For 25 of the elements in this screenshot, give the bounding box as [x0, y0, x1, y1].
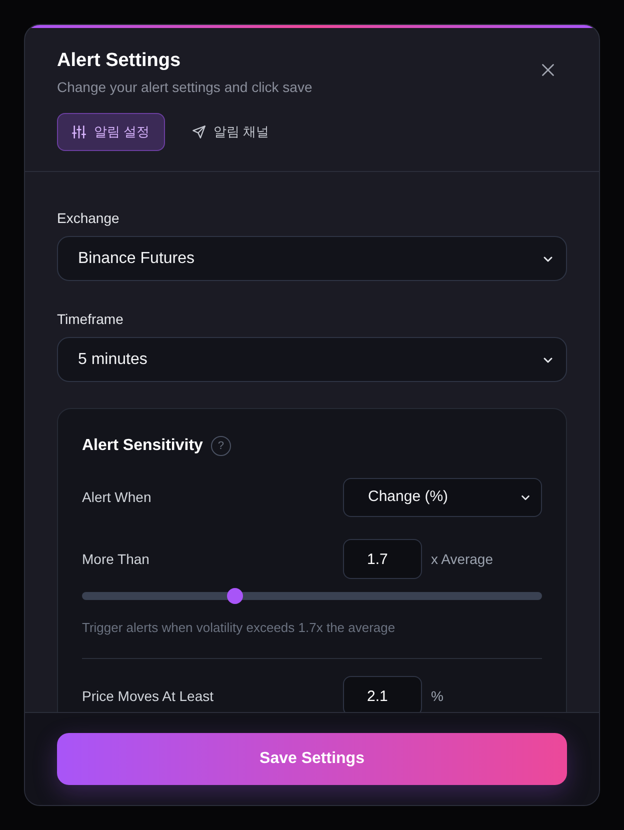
dropdown[interactable]: Change (%) [343, 478, 542, 517]
number-field[interactable]: 2.1 [343, 676, 422, 712]
save-button[interactable]: Save Settings [57, 733, 567, 785]
row-label: More Than [82, 550, 150, 568]
hint-text: Trigger alerts when volatility exceeds 1.7x the average [82, 619, 396, 637]
tab[interactable]: 알림 채널 [176, 113, 284, 151]
unit-label: % [431, 686, 444, 706]
field-label: Exchange [57, 209, 120, 228]
number-field[interactable]: 1.7 [343, 539, 422, 579]
tab[interactable]: 알림 설정 [57, 113, 165, 151]
dialog-subtitle: Change your alert settings and click save [57, 78, 312, 97]
dropdown[interactable]: Binance Futures [57, 236, 567, 281]
dialog-title: Alert Settings [57, 49, 181, 73]
paper-plane-icon [192, 125, 206, 139]
help-button[interactable]: ? [210, 436, 231, 456]
unit-label: x Average [431, 550, 494, 569]
slider-track[interactable] [82, 588, 542, 604]
sliders-icon [72, 125, 86, 139]
slider-thumb[interactable] [227, 588, 244, 604]
card-title: Alert Sensitivity [82, 436, 203, 456]
close-icon [541, 63, 555, 77]
dropdown[interactable]: 5 minutes [57, 337, 567, 382]
row-label: Price Moves At Least [82, 686, 214, 706]
row-label: Alert When [82, 488, 152, 507]
field-label: Timeframe [57, 310, 124, 329]
